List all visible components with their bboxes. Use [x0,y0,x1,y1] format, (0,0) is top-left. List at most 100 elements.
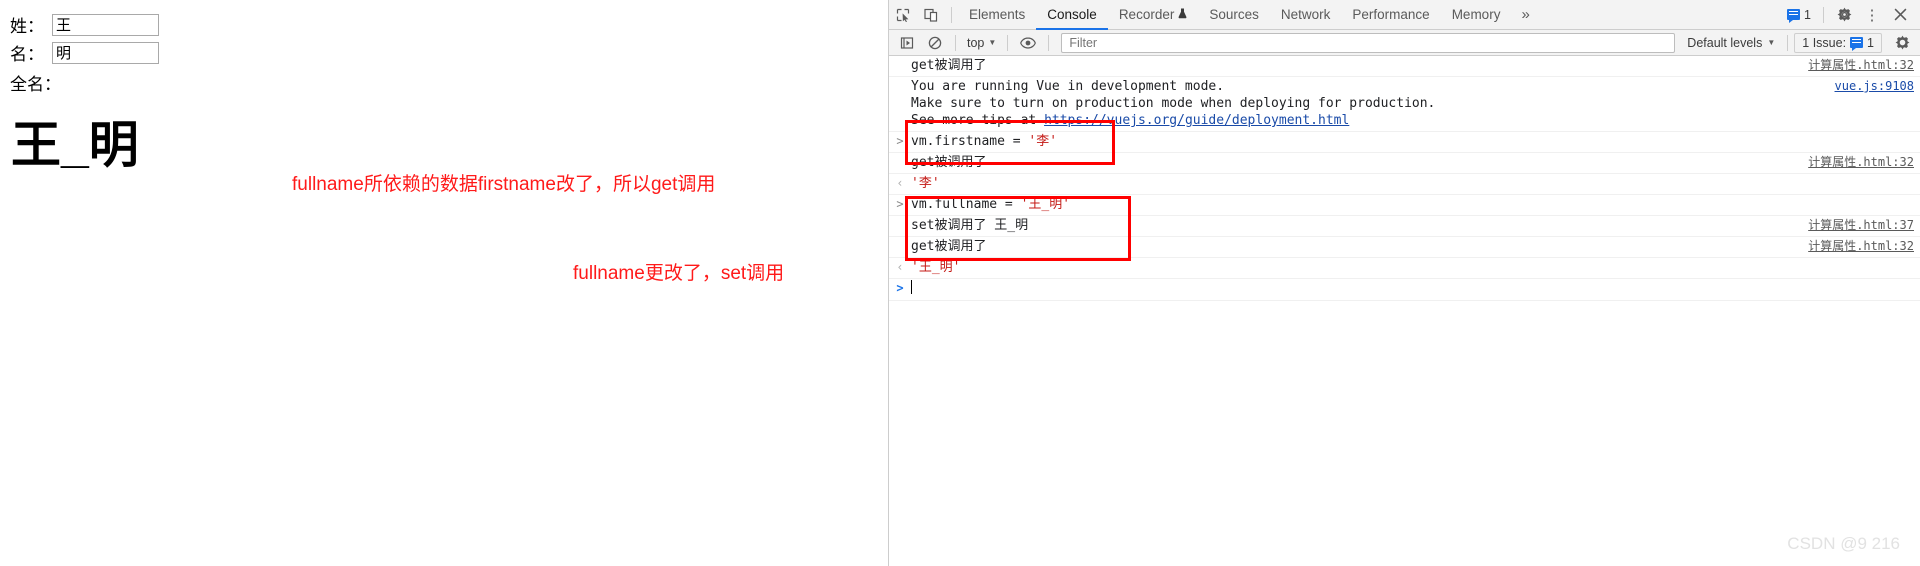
fullname-label: 全名： [10,75,61,94]
message-count-badge[interactable]: 1 [1781,6,1817,24]
vue-warn-line-2: Make sure to turn on production mode whe… [911,96,1436,111]
tab-recorder[interactable]: Recorder [1108,0,1199,30]
toolbar-divider [951,6,952,23]
message-source-link[interactable]: 计算属性.html:32 [1808,154,1920,171]
devtools-tabbar: Elements Console Recorder Sources Networ… [889,0,1920,30]
console-message: get被调用了 计算属性.html:32 [889,56,1920,77]
execution-context-label: top [967,35,985,50]
screenshot-root: 姓： 名： 全名： 王_明 fullname所依赖的数据firstname改了，… [0,0,1920,566]
issues-message-icon [1850,37,1864,51]
input-gutter-icon: > [896,197,904,211]
console-toolbar-divider-1 [955,34,956,51]
console-settings-gear-icon[interactable] [1888,30,1916,56]
tab-console[interactable]: Console [1036,0,1108,30]
input-expression: vm.firstname = [911,134,1029,149]
issues-label: 1 Issue: [1802,35,1847,50]
console-input-message: > vm.fullname = '王_明' [889,195,1920,216]
console-output-message: ‹ '王_明' [889,258,1920,279]
tab-sources-label: Sources [1209,7,1259,22]
console-message: set被调用了 王_明 计算属性.html:37 [889,216,1920,237]
message-text: '李' [911,176,940,191]
tab-network[interactable]: Network [1270,0,1342,30]
output-gutter-icon: ‹ [896,260,904,274]
message-count-label: 1 [1804,7,1811,22]
output-gutter-icon: ‹ [896,176,904,190]
tab-performance-label: Performance [1352,7,1430,22]
tab-performance[interactable]: Performance [1341,0,1440,30]
execute-snippet-icon[interactable] [893,30,921,56]
form-row-lastname: 姓： [10,12,159,37]
devtools-tabbar-right: 1 ⋮ [1781,2,1920,28]
tab-sources[interactable]: Sources [1198,0,1270,30]
message-text: vm.firstname = '李' [911,133,1920,150]
message-icon [1787,9,1801,23]
lastname-label: 姓： [10,17,44,36]
form-row-fullname: 全名： [10,70,61,95]
tab-memory-label: Memory [1451,7,1501,22]
message-text: '王_明' [911,260,961,275]
watermark: CSDN @9 216 [1787,534,1900,553]
message-text: You are running Vue in development mode.… [911,78,1835,129]
issues-button[interactable]: 1 Issue: 1 [1794,32,1882,53]
input-string-literal: '李' [1028,134,1058,149]
console-message: get被调用了 计算属性.html:32 [889,237,1920,258]
vue-warn-line-1: You are running Vue in development mode. [911,79,1225,94]
tab-elements-label: Elements [969,7,1026,22]
console-output-message: ‹ '李' [889,174,1920,195]
log-levels-label: Default levels [1687,35,1763,50]
device-toolbar-icon[interactable] [917,2,945,28]
toolbar-divider-2 [1823,6,1824,23]
firstname-input[interactable] [52,41,159,64]
console-toolbar-divider-4 [1787,34,1789,51]
form-row-firstname: 名： [10,40,159,65]
browser-page-viewport: 姓： 名： 全名： 王_明 fullname所依赖的数据firstname改了，… [0,0,888,566]
message-source-link[interactable]: 计算属性.html:32 [1808,57,1920,74]
lastname-input[interactable] [52,13,159,36]
console-input-message: > vm.firstname = '李' [889,132,1920,153]
console-message-list[interactable]: get被调用了 计算属性.html:32 You are running Vue… [889,56,1920,564]
chevron-down-icon: ▼ [988,38,997,47]
log-levels-select[interactable]: Default levels ▼ [1681,36,1781,50]
fullname-heading: 王_明 [11,117,139,173]
live-expression-icon[interactable] [1014,30,1042,56]
prompt-gutter-icon: > [896,281,904,295]
console-filter-input[interactable] [1061,32,1676,53]
tab-memory[interactable]: Memory [1441,0,1512,30]
chevron-down-icon: ▼ [1767,38,1776,47]
message-text: set被调用了 王_明 [911,218,1029,233]
chevron-double-right-icon[interactable]: » [1511,6,1539,23]
devtools-panel: Elements Console Recorder Sources Networ… [888,0,1920,566]
console-toolbar: top ▼ Default levels ▼ 1 Issue: 1 [889,30,1920,56]
execution-context-select[interactable]: top ▼ [962,36,1001,50]
message-source-link[interactable]: vue.js:9108 [1835,78,1920,95]
input-gutter-icon: > [896,134,904,148]
flask-icon [1178,7,1187,22]
close-icon[interactable] [1886,2,1914,28]
console-prompt-row[interactable]: > [889,279,1920,301]
vue-warn-line-3: See more tips at [911,113,1045,128]
console-toolbar-divider-2 [1007,34,1009,51]
tab-network-label: Network [1280,7,1331,22]
console-message: You are running Vue in development mode.… [889,77,1920,132]
message-text: get被调用了 [911,155,987,170]
console-prompt-input[interactable] [911,280,1920,297]
issues-count: 1 [1867,35,1874,50]
clear-console-icon[interactable] [921,30,949,56]
message-text: get被调用了 [911,239,987,254]
vue-deployment-link[interactable]: https://vuejs.org/guide/deployment.html [1044,113,1349,128]
console-message: get被调用了 计算属性.html:32 [889,153,1920,174]
input-string-literal: '王_明' [1020,197,1071,212]
kebab-menu-icon[interactable]: ⋮ [1858,2,1886,28]
tab-console-label: Console [1047,7,1097,22]
console-toolbar-divider-3 [1048,34,1050,51]
input-expression: vm.fullname = [911,197,1021,212]
gear-icon[interactable] [1830,2,1858,28]
tab-elements[interactable]: Elements [958,0,1036,30]
annotation-set-called: fullname更改了，set调用 [573,263,785,284]
annotation-get-called: fullname所依赖的数据firstname改了，所以get调用 [292,174,716,195]
message-source-link[interactable]: 计算属性.html:32 [1808,238,1920,255]
message-text: get被调用了 [911,58,987,73]
text-cursor [911,280,912,294]
inspect-element-icon[interactable] [889,2,917,28]
message-source-link[interactable]: 计算属性.html:37 [1808,217,1920,234]
